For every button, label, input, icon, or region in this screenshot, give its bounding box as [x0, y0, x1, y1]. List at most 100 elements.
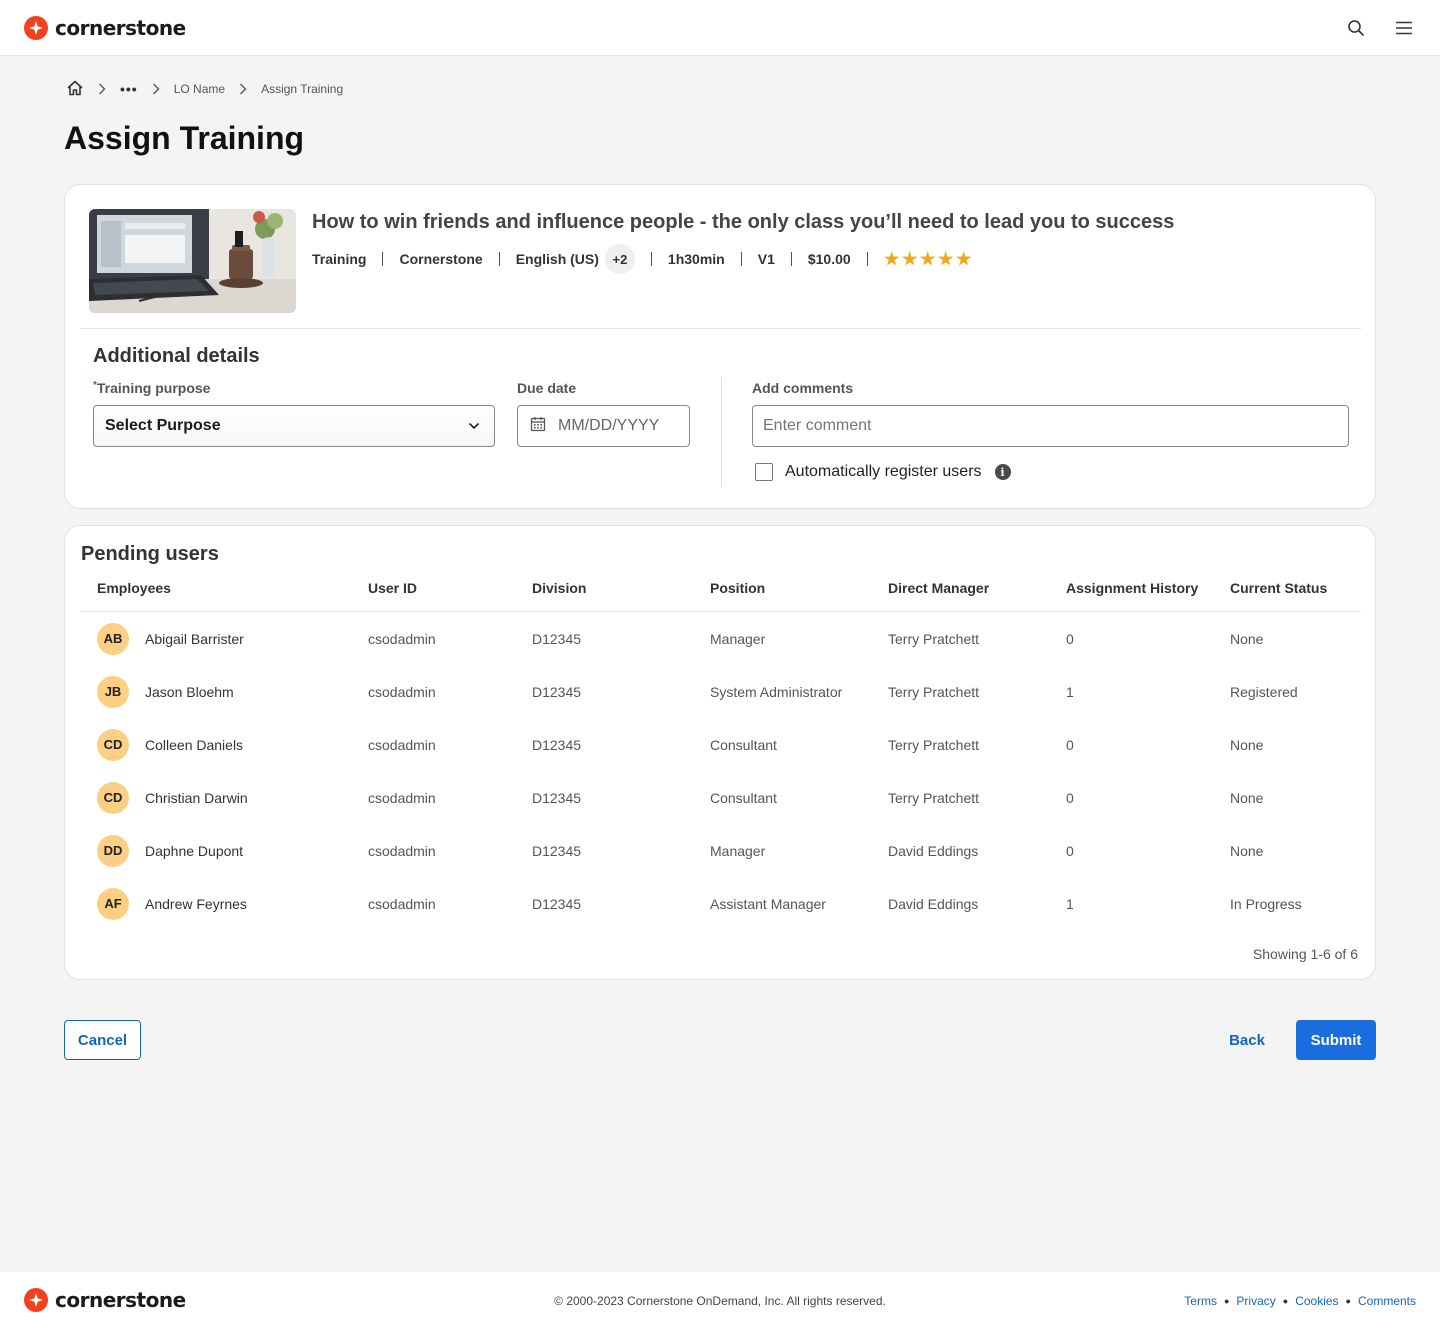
table-row[interactable]: AB Abigail Barrister csodadmin D12345 Manage… — [81, 612, 1361, 665]
position-cell: Consultant — [710, 736, 777, 753]
table-row[interactable]: AF Andrew Feyrnes csodadmin D12345 Assistant… — [81, 877, 1361, 930]
cornerstone-logo[interactable]: cornerstone — [24, 16, 186, 40]
column-header[interactable]: Employees — [97, 580, 171, 596]
status-cell: None — [1230, 630, 1264, 647]
course-duration: 1h30min — [667, 251, 725, 267]
avatar: AF — [97, 887, 129, 920]
course-card: How to win friends and influence people … — [64, 184, 1376, 509]
table-header: Employees User ID Division Position Dire… — [81, 574, 1361, 612]
breadcrumb-more[interactable]: ••• — [120, 81, 138, 97]
additional-details-heading: Additional details — [93, 345, 260, 367]
manager-cell: David Eddings — [888, 895, 979, 912]
training-purpose-label: *Training purpose — [93, 380, 210, 396]
pagination-summary: Showing 1-6 of 6 — [1252, 946, 1358, 962]
comments-link[interactable]: Comments — [1358, 1294, 1416, 1308]
employee-name[interactable]: Christian Darwin — [145, 790, 248, 806]
breadcrumb-lo-name[interactable]: LO Name — [174, 82, 225, 96]
course-language: English (US) — [515, 251, 599, 267]
auto-register-row: Automatically register users i — [755, 463, 1011, 481]
column-header[interactable]: Current Status — [1230, 580, 1327, 596]
status-cell: None — [1230, 842, 1264, 859]
meta-divider — [740, 252, 742, 266]
section-divider — [81, 328, 1361, 329]
status-cell: None — [1230, 736, 1264, 753]
privacy-link[interactable]: Privacy — [1236, 1294, 1275, 1308]
course-title[interactable]: How to win friends and influence people … — [312, 211, 1174, 234]
training-purpose-label-text: Training purpose — [96, 380, 211, 396]
assignment-history-cell: 0 — [1066, 789, 1074, 806]
avatar: CD — [97, 781, 129, 814]
star-icon — [884, 251, 900, 266]
chevron-right-icon — [239, 83, 247, 95]
table-row[interactable]: DD Daphne Dupont csodadmin D12345 Manager Dav… — [81, 824, 1361, 877]
extra-languages-badge[interactable]: +2 — [604, 244, 635, 274]
vertical-divider — [721, 377, 722, 487]
position-cell: Manager — [710, 630, 766, 647]
submit-button[interactable]: Submit — [1296, 1020, 1376, 1060]
employee-name[interactable]: Colleen Daniels — [145, 737, 243, 753]
table-row[interactable]: CD Christian Darwin csodadmin D12345 Consult… — [81, 771, 1361, 824]
division-cell: D12345 — [532, 630, 582, 647]
cookies-link[interactable]: Cookies — [1295, 1294, 1338, 1308]
star-icon — [902, 251, 918, 266]
column-header[interactable]: Direct Manager — [888, 580, 989, 596]
auto-register-checkbox[interactable] — [755, 463, 773, 481]
search-icon[interactable] — [1344, 16, 1368, 40]
column-header[interactable]: Division — [532, 580, 586, 596]
manager-cell: Terry Pratchett — [888, 736, 980, 753]
employee-name[interactable]: Jason Bloehm — [145, 684, 234, 700]
table-row[interactable]: CD Colleen Daniels csodadmin D12345 Consulta… — [81, 718, 1361, 771]
division-cell: D12345 — [532, 683, 582, 700]
comment-input[interactable] — [752, 405, 1349, 447]
user-id-cell: csodadmin — [368, 895, 436, 912]
column-header[interactable]: Assignment History — [1066, 580, 1198, 596]
column-header[interactable]: Position — [710, 580, 765, 596]
auto-register-label[interactable]: Automatically register users — [785, 463, 982, 481]
status-cell: In Progress — [1230, 895, 1302, 912]
table-row[interactable]: JB Jason Bloehm csodadmin D12345 System Admi… — [81, 665, 1361, 718]
footer-links: Terms ● Privacy ● Cookies ● Comments — [1184, 1294, 1416, 1308]
division-cell: D12345 — [532, 736, 582, 753]
pending-users-heading: Pending users — [81, 543, 219, 565]
due-date-field[interactable] — [517, 405, 690, 447]
back-button[interactable]: Back — [1216, 1020, 1278, 1060]
division-cell: D12345 — [532, 789, 582, 806]
breadcrumb-current: Assign Training — [261, 82, 344, 96]
employee-name[interactable]: Daphne Dupont — [145, 843, 243, 859]
bullet-separator: ● — [1345, 1296, 1351, 1306]
bullet-separator: ● — [1282, 1296, 1289, 1306]
avatar: AB — [97, 622, 129, 655]
avatar: DD — [97, 834, 129, 867]
page-title: Assign Training — [64, 120, 305, 156]
avatar: CD — [97, 728, 129, 761]
chevron-down-icon — [468, 417, 480, 435]
manager-cell: Terry Pratchett — [888, 789, 980, 806]
chevron-right-icon — [98, 83, 106, 95]
due-date-input[interactable] — [558, 417, 678, 435]
course-thumbnail — [89, 209, 296, 313]
user-id-cell: csodadmin — [368, 630, 436, 647]
terms-link[interactable]: Terms — [1184, 1294, 1217, 1308]
cancel-button[interactable]: Cancel — [64, 1020, 141, 1060]
manager-cell: Terry Pratchett — [888, 683, 980, 700]
employee-name[interactable]: Abigail Barrister — [145, 631, 244, 647]
training-purpose-select[interactable]: Select Purpose — [93, 405, 495, 447]
calendar-icon[interactable] — [530, 416, 546, 437]
home-icon[interactable] — [66, 80, 84, 99]
manager-cell: Terry Pratchett — [888, 630, 980, 647]
info-icon[interactable]: i — [994, 464, 1011, 480]
meta-divider — [866, 252, 868, 266]
division-cell: D12345 — [532, 895, 582, 912]
course-price: $10.00 — [807, 251, 851, 267]
employee-name[interactable]: Andrew Feyrnes — [145, 896, 247, 912]
training-purpose-value: Select Purpose — [105, 417, 221, 434]
hamburger-menu-icon[interactable] — [1392, 16, 1416, 40]
position-cell: Manager — [710, 842, 766, 859]
position-cell: Consultant — [710, 789, 777, 806]
column-header[interactable]: User ID — [368, 580, 417, 596]
course-version: V1 — [757, 251, 775, 267]
manager-cell: David Eddings — [888, 842, 979, 859]
star-icon — [920, 251, 936, 266]
meta-divider — [650, 252, 652, 266]
page-footer: cornerstone © 2000-2023 Cornerstone OnDe… — [0, 1272, 1440, 1328]
